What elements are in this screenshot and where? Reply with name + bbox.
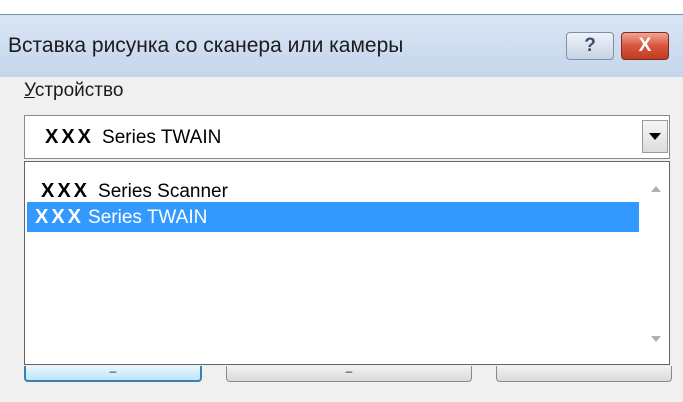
device-name: Series Scanner: [98, 181, 228, 202]
list-item-selected[interactable]: XXX Series TWAIN: [27, 202, 639, 232]
device-brand: XXX: [45, 126, 95, 148]
device-label: Устройство: [24, 80, 123, 102]
close-button[interactable]: X: [621, 32, 669, 60]
device-brand: XXX: [35, 206, 85, 228]
device-label-access-key: У: [24, 80, 35, 101]
close-icon: X: [638, 35, 652, 56]
device-combobox[interactable]: XXX Series TWAIN: [24, 115, 670, 159]
custom-insert-button-label: –: [345, 364, 353, 378]
device-name: Series TWAIN: [102, 127, 222, 148]
device-selected-value: XXX Series TWAIN: [45, 126, 221, 149]
device-brand: XXX: [41, 180, 91, 202]
help-icon: ?: [584, 35, 596, 56]
custom-insert-button[interactable]: –: [226, 364, 472, 382]
insert-button[interactable]: –: [24, 364, 202, 382]
title-bar[interactable]: Вставка рисунка со сканера или камеры ? …: [0, 15, 683, 77]
device-dropdown-list[interactable]: XXX Series Scanner XXX Series TWAIN: [24, 161, 670, 365]
insert-button-label: –: [109, 364, 117, 378]
device-name: Series TWAIN: [88, 207, 208, 228]
dialog-title: Вставка рисунка со сканера или камеры: [8, 34, 404, 57]
scroll-up-arrow-icon[interactable]: [651, 186, 661, 192]
dropdown-button[interactable]: [642, 120, 668, 153]
scroll-down-arrow-icon[interactable]: [651, 336, 661, 342]
chevron-down-icon: [649, 133, 661, 140]
help-button[interactable]: ?: [566, 32, 614, 60]
device-label-text: стройство: [34, 80, 124, 101]
cancel-button[interactable]: [496, 366, 672, 382]
